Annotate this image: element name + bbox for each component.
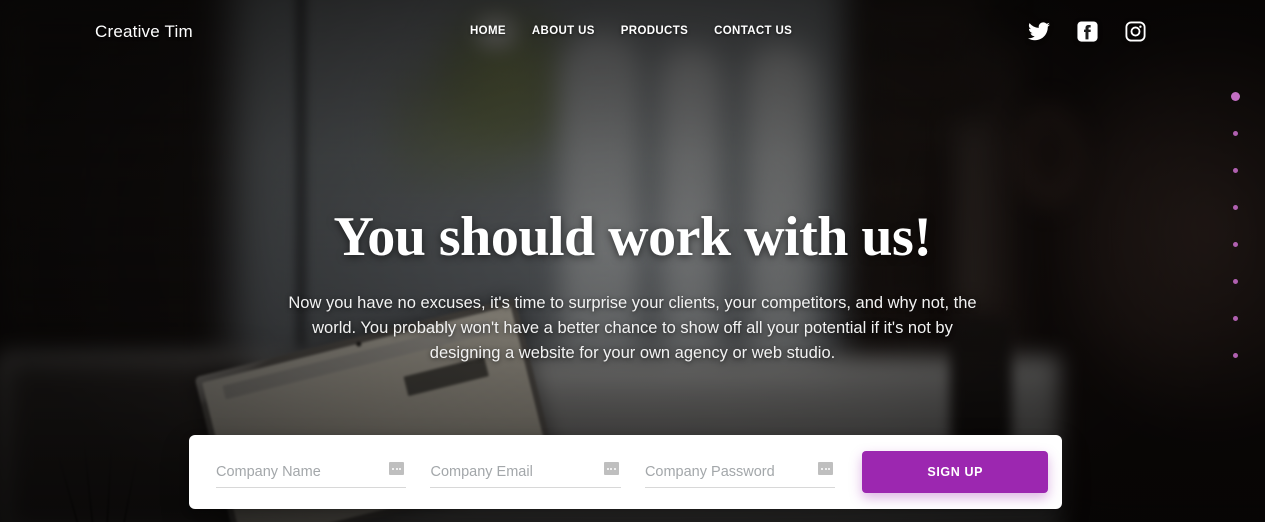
signup-form: SIGN UP <box>189 435 1062 509</box>
dot-indicator <box>1232 316 1238 321</box>
brand-logo[interactable]: Creative Tim <box>95 22 193 42</box>
sign-up-button[interactable]: SIGN UP <box>862 451 1049 493</box>
main-navigation: HOME ABOUT US PRODUCTS CONTACT US <box>457 25 805 37</box>
company-password-input[interactable] <box>644 456 836 487</box>
dot-nav-item-7[interactable] <box>1227 300 1243 337</box>
dot-indicator <box>1232 168 1238 173</box>
nav-link-about-us[interactable]: ABOUT US <box>519 25 608 37</box>
dot-indicator <box>1232 279 1238 284</box>
dot-nav-item-2[interactable] <box>1227 115 1243 152</box>
nav-link-products[interactable]: PRODUCTS <box>608 25 701 37</box>
company-email-input[interactable] <box>430 456 621 487</box>
company-email-icon <box>603 462 619 475</box>
dot-indicator <box>1232 353 1238 358</box>
dot-nav-item-8[interactable] <box>1227 337 1243 374</box>
company-email-field <box>430 456 621 488</box>
dot-indicator-active <box>1230 92 1240 101</box>
dot-nav-item-3[interactable] <box>1227 152 1243 189</box>
company-password-icon <box>818 462 834 475</box>
social-links <box>1027 19 1147 43</box>
dot-indicator <box>1232 205 1238 210</box>
dot-nav-item-1[interactable] <box>1227 78 1243 115</box>
company-name-field <box>216 456 407 488</box>
nav-link-contact-us[interactable]: CONTACT US <box>701 25 805 37</box>
facebook-icon[interactable] <box>1075 19 1099 43</box>
landing-page: Creative Tim HOME ABOUT US PRODUCTS CONT… <box>0 0 1265 522</box>
nav-link-home[interactable]: HOME <box>457 25 519 37</box>
company-password-field <box>644 456 836 488</box>
instagram-icon[interactable] <box>1123 19 1147 43</box>
company-name-input[interactable] <box>216 456 407 487</box>
company-name-icon <box>389 462 405 475</box>
dot-nav-item-4[interactable] <box>1227 189 1243 226</box>
navbar: Creative Tim HOME ABOUT US PRODUCTS CONT… <box>0 0 1265 62</box>
dot-nav-item-6[interactable] <box>1227 263 1243 300</box>
dot-indicator <box>1232 242 1238 247</box>
section-dot-navigation <box>1227 78 1243 374</box>
dot-nav-item-5[interactable] <box>1227 226 1243 263</box>
dot-indicator <box>1232 131 1238 136</box>
hero-subtitle: Now you have no excuses, it's time to su… <box>288 294 977 362</box>
page-title: You should work with us! <box>333 206 932 268</box>
twitter-icon[interactable] <box>1027 19 1051 43</box>
